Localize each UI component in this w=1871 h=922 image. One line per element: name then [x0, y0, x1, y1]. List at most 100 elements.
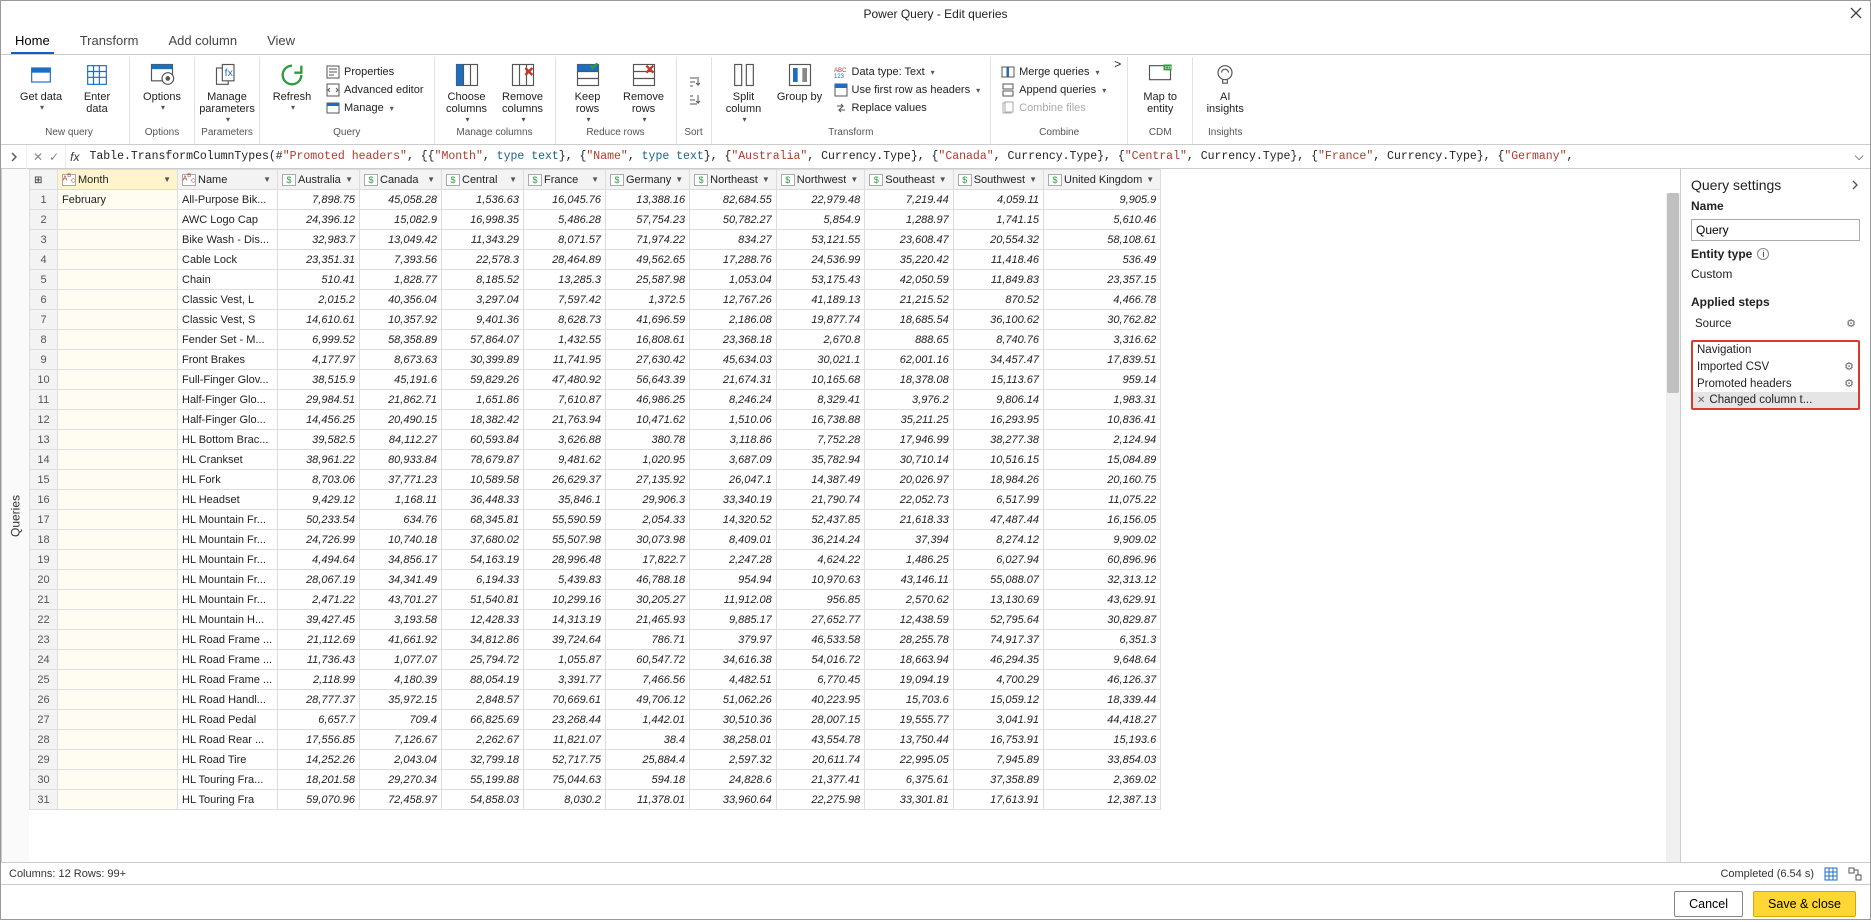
dependency-view-icon[interactable] [1848, 867, 1862, 881]
cell[interactable]: 7,393.56 [360, 250, 442, 270]
column-header-northeast[interactable]: $Northeast▼ [690, 170, 777, 190]
cell[interactable]: 9,905.9 [1044, 190, 1161, 210]
table-row[interactable]: 18HL Mountain Fr...24,726.9910,740.1837,… [30, 530, 1161, 550]
column-filter-dropdown[interactable]: ▼ [1027, 175, 1039, 184]
cell[interactable]: 1,510.06 [690, 410, 777, 430]
cell[interactable]: 2,471.22 [278, 590, 360, 610]
cell[interactable]: 7,219.44 [865, 190, 953, 210]
cell[interactable]: 2,186.08 [690, 310, 777, 330]
column-filter-dropdown[interactable]: ▼ [848, 175, 860, 184]
table-row[interactable]: 21HL Mountain Fr...2,471.2243,701.2751,5… [30, 590, 1161, 610]
cell[interactable]: 21,674.31 [690, 370, 777, 390]
cell[interactable]: 16,045.76 [524, 190, 606, 210]
cell[interactable]: 9,806.14 [953, 390, 1043, 410]
get-data-button[interactable]: Get data [15, 57, 67, 112]
cell[interactable] [58, 730, 178, 750]
cell[interactable]: 28,007.15 [776, 710, 864, 730]
row-number[interactable]: 26 [30, 690, 58, 710]
cell[interactable]: 82,684.55 [690, 190, 777, 210]
cell[interactable]: 8,030.2 [524, 790, 606, 810]
cell[interactable]: 35,972.15 [360, 690, 442, 710]
cell[interactable]: 75,044.63 [524, 770, 606, 790]
cell[interactable]: 21,862.71 [360, 390, 442, 410]
cell[interactable]: 11,741.95 [524, 350, 606, 370]
cell[interactable]: 52,795.64 [953, 610, 1043, 630]
cell[interactable]: HL Road Frame ... [178, 630, 278, 650]
row-number[interactable]: 22 [30, 610, 58, 630]
table-row[interactable]: 3Bike Wash - Dis...32,983.713,049.4211,3… [30, 230, 1161, 250]
column-header-name[interactable]: ABCName▼ [178, 170, 278, 190]
column-header-canada[interactable]: $Canada▼ [360, 170, 442, 190]
cell[interactable]: 12,428.33 [442, 610, 524, 630]
column-header-month[interactable]: ABCMonth▼ [58, 170, 178, 190]
manage-parameters-button[interactable]: fx Manage parameters [201, 57, 253, 124]
cell[interactable]: 6,770.45 [776, 670, 864, 690]
cell[interactable]: 15,113.67 [953, 370, 1043, 390]
expand-formula-icon[interactable]: ⌵ [1848, 149, 1870, 164]
info-icon[interactable]: i [1757, 248, 1769, 260]
cell[interactable]: 18,663.94 [865, 650, 953, 670]
cell[interactable]: 16,753.91 [953, 730, 1043, 750]
cell[interactable]: 60,593.84 [442, 430, 524, 450]
cell[interactable]: 9,429.12 [278, 490, 360, 510]
cell[interactable]: 51,540.81 [442, 590, 524, 610]
cell[interactable] [58, 630, 178, 650]
table-row[interactable]: 27HL Road Pedal6,657.7709.466,825.6923,2… [30, 710, 1161, 730]
cell[interactable]: 870.52 [953, 290, 1043, 310]
column-header-southeast[interactable]: $Southeast▼ [865, 170, 953, 190]
row-number[interactable]: 10 [30, 370, 58, 390]
cell[interactable]: 6,657.7 [278, 710, 360, 730]
column-header-united-kingdom[interactable]: $United Kingdom▼ [1044, 170, 1161, 190]
cell[interactable]: 46,294.35 [953, 650, 1043, 670]
cell[interactable]: 5,854.9 [776, 210, 864, 230]
row-number[interactable]: 14 [30, 450, 58, 470]
replace-values-button[interactable]: Replace values [830, 100, 985, 116]
cell[interactable]: 1,077.07 [360, 650, 442, 670]
sort-asc-button[interactable] [683, 73, 705, 89]
column-filter-dropdown[interactable]: ▼ [937, 175, 949, 184]
table-row[interactable]: 19HL Mountain Fr...4,494.6434,856.1754,1… [30, 550, 1161, 570]
cell[interactable]: 1,055.87 [524, 650, 606, 670]
cell[interactable]: 834.27 [690, 230, 777, 250]
currency-type-icon[interactable]: $ [446, 174, 460, 186]
query-name-input[interactable] [1691, 219, 1860, 241]
cell[interactable]: 24,726.99 [278, 530, 360, 550]
cell[interactable]: 17,946.99 [865, 430, 953, 450]
cell[interactable]: 5,610.46 [1044, 210, 1161, 230]
cell[interactable]: 2,670.8 [776, 330, 864, 350]
cell[interactable]: 14,456.25 [278, 410, 360, 430]
cell[interactable]: 7,610.87 [524, 390, 606, 410]
cell[interactable]: 11,736.43 [278, 650, 360, 670]
cell[interactable]: HL Crankset [178, 450, 278, 470]
cell[interactable]: 13,049.42 [360, 230, 442, 250]
cell[interactable]: 28,255.78 [865, 630, 953, 650]
cell[interactable]: 888.65 [865, 330, 953, 350]
cell[interactable]: 23,357.15 [1044, 270, 1161, 290]
cell[interactable]: HL Fork [178, 470, 278, 490]
cell[interactable]: 8,329.41 [776, 390, 864, 410]
table-row[interactable]: 16HL Headset9,429.121,168.1136,448.3335,… [30, 490, 1161, 510]
cell[interactable]: 36,100.62 [953, 310, 1043, 330]
cell[interactable]: 9,401.36 [442, 310, 524, 330]
cell[interactable]: 3,976.2 [865, 390, 953, 410]
cell[interactable]: HL Road Frame ... [178, 650, 278, 670]
cell[interactable]: HL Road Handl... [178, 690, 278, 710]
cell[interactable]: 13,285.3 [524, 270, 606, 290]
cell[interactable]: 62,001.16 [865, 350, 953, 370]
cell[interactable]: 29,270.34 [360, 770, 442, 790]
row-number[interactable]: 16 [30, 490, 58, 510]
cell[interactable]: 43,629.91 [1044, 590, 1161, 610]
cell[interactable]: 45,634.03 [690, 350, 777, 370]
first-row-headers-button[interactable]: Use first row as headers [830, 82, 985, 98]
cell[interactable]: Cable Lock [178, 250, 278, 270]
cell[interactable]: 46,126.37 [1044, 670, 1161, 690]
sort-desc-button[interactable] [683, 91, 705, 107]
cell[interactable]: 7,898.75 [278, 190, 360, 210]
cell[interactable]: 2,247.28 [690, 550, 777, 570]
cell[interactable]: 22,979.48 [776, 190, 864, 210]
cell[interactable]: 46,788.18 [606, 570, 690, 590]
cell[interactable]: 8,274.12 [953, 530, 1043, 550]
cell[interactable] [58, 210, 178, 230]
cell[interactable]: 11,849.83 [953, 270, 1043, 290]
cell[interactable]: 39,724.64 [524, 630, 606, 650]
